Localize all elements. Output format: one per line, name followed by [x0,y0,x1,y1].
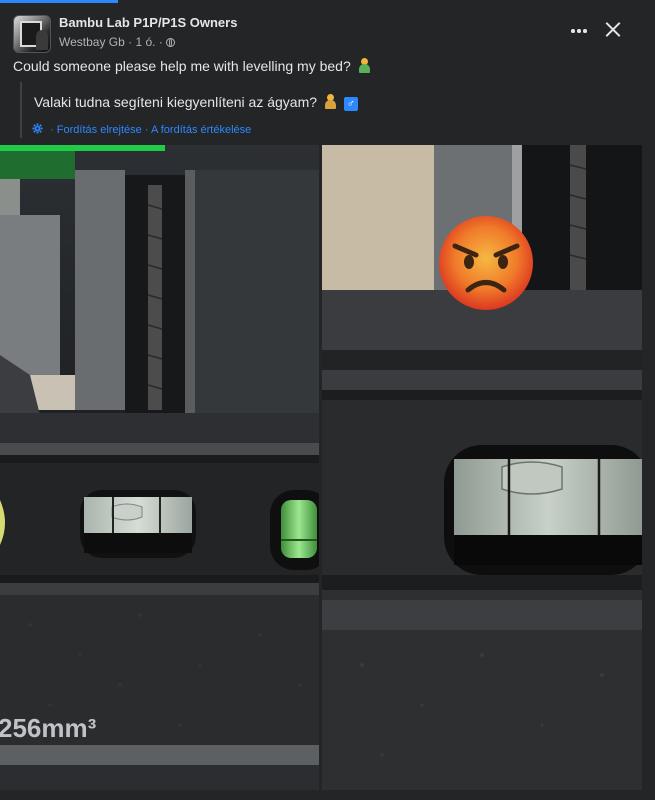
link-separator-2: · [144,124,149,136]
avatar-person-shape [36,30,48,50]
bed-level-photo-left: 256mm³ [0,145,319,790]
translated-message: Valaki tudna segíteni kiegyenlíteni az á… [34,94,318,110]
more-horizontal-icon-dot [577,29,581,33]
more-horizontal-icon [571,29,575,33]
author-link[interactable]: Westbay Gb [59,35,125,49]
translated-text: Valaki tudna segíteni kiegyenlíteni az á… [34,94,358,111]
person-shrugging-emoji-icon [324,94,337,109]
link-separator: · [50,124,54,136]
group-name-link[interactable]: Bambu Lab P1P/P1S Owners [59,15,237,30]
photo-right[interactable] [322,145,642,790]
meta-separator: · [128,35,133,49]
translation-block: Valaki tudna segíteni kiegyenlíteni az á… [20,82,622,138]
photo-left-label: 256mm³ [0,713,97,743]
post-meta: Westbay Gb · 1 ó. · [59,35,176,49]
rate-translation-link[interactable]: A fordítás értékelése [151,124,251,136]
person-shrugging-emoji-icon [358,58,371,73]
bed-level-photo-right [322,145,642,790]
scrollbar[interactable] [648,145,655,790]
meta-separator-2: · [158,35,163,49]
gear-icon [32,123,43,134]
post-time[interactable]: 1 ó. [136,35,156,49]
more-options-button[interactable] [564,15,594,45]
close-button[interactable] [598,15,628,45]
photo-left[interactable]: 256mm³ [0,145,319,790]
globe-icon [166,38,176,47]
post-message-text: Could someone please help me with levell… [13,58,351,74]
hide-translation-link[interactable]: Fordítás elrejtése [57,124,142,136]
translation-links: · Fordítás elrejtése · A fordítás értéke… [32,123,251,136]
post-header: Bambu Lab P1P/P1S Owners Westbay Gb · 1 … [13,13,643,53]
post-message: Could someone please help me with levell… [13,58,371,74]
male-sign-icon: ♂ [343,97,358,111]
post-photos: 256mm³ [0,145,655,790]
group-avatar[interactable] [13,15,51,53]
more-horizontal-icon-dot [583,29,587,33]
angry-face-emoji-icon [439,216,533,310]
top-progress-bar [0,0,118,3]
